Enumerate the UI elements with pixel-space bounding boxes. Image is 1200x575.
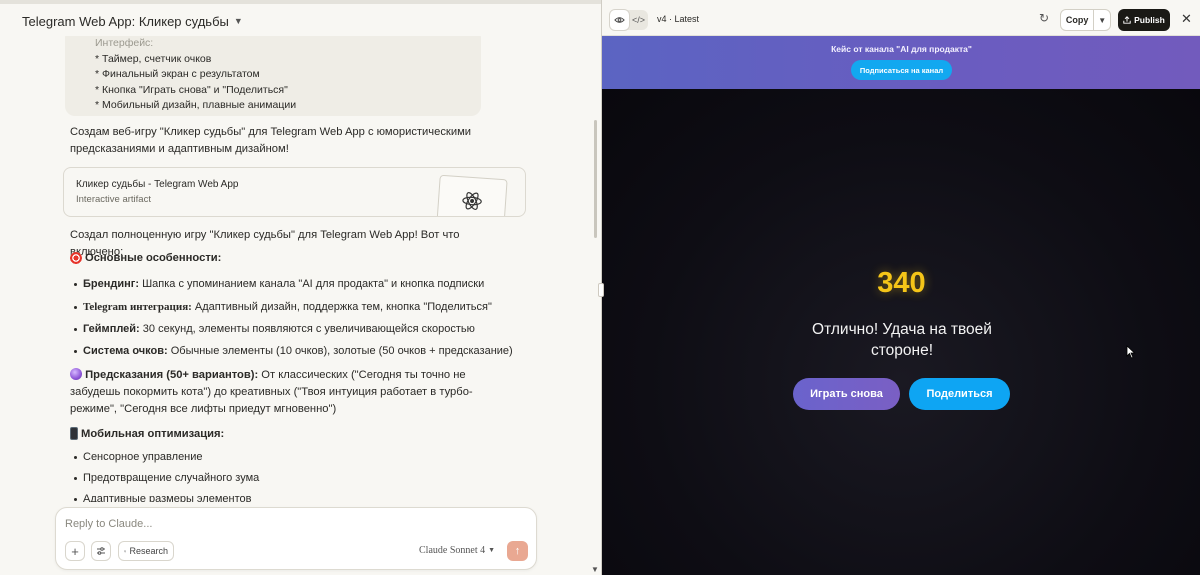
assistant-intro-text: Создам веб-игру "Кликер судьбы" для Tele… [70,126,472,155]
artifact-card[interactable]: Кликер судьбы - Telegram Web App Interac… [63,167,526,217]
list-item: Telegram интеграция: Адаптивный дизайн, … [74,299,513,316]
view-toggle: </> [610,10,648,30]
close-icon: ✕ [1181,11,1192,26]
upload-icon [1123,16,1131,24]
list-item-text: Адаптивный дизайн, поддержка тем, кнопка… [191,301,492,313]
chevron-down-icon: ▼ [233,16,243,26]
requirement-line: * Мобильный дизайн, плавные анимации [95,99,297,111]
copy-button[interactable]: Copy [1061,10,1095,30]
scrollbar[interactable] [594,120,597,238]
banner-title: Кейс от канала "AI для продакта" [831,44,972,54]
search-icon [124,549,127,553]
section-heading-mobile: Мобильная оптимизация: [70,427,224,440]
target-emoji-icon [70,252,82,264]
publish-button[interactable]: Publish [1118,9,1170,31]
play-again-button[interactable]: Играть снова [793,378,900,410]
list-item: Адаптивные размеры элементов [74,491,513,502]
list-item-bold: Telegram интеграция: [83,301,192,313]
composer: Reply to Claude... + Research Claude Son… [55,507,537,570]
list-item: Сенсорное управление [74,449,513,466]
tools-button[interactable] [91,541,111,561]
arrow-up-icon: ↑ [514,545,521,557]
final-score: 340 [877,267,926,299]
version-label[interactable]: v4 · Latest [657,14,699,24]
copy-options-button[interactable]: ▼ [1094,10,1110,30]
react-atom-icon [462,192,482,210]
scroll-down-icon[interactable]: ▼ [591,565,599,574]
list-item: Брендинг: Шапка с упоминанием канала "AI… [74,276,513,293]
artifact-pane: </> v4 · Latest ↻ Copy ▼ Publish ✕ Кейс … [601,0,1200,575]
research-button[interactable]: Research [118,541,174,561]
predictions-bold: Предсказания (50+ вариантов): [85,369,259,381]
list-item-bold: Система очков: [83,345,168,357]
user-message: Интерфейс: * Таймер, счетчик очков * Фин… [65,36,481,116]
requirement-line: * Таймер, счетчик очков [95,52,212,65]
close-button[interactable]: ✕ [1181,11,1192,27]
add-attachment-button[interactable]: + [65,541,85,561]
artifact-card-subtitle: Interactive artifact [76,194,151,205]
list-item-text: 30 секунд, элементы появляются с увеличи… [139,323,475,335]
plus-icon: + [71,543,79,559]
section-heading-text: Мобильная оптимизация: [81,427,225,440]
requirement-line: * Финальный экран с результатом [95,68,260,80]
copy-button-group: Copy ▼ [1060,9,1111,31]
list-item: Предотвращение случайного зума [74,470,513,487]
chevron-down-icon: ▼ [488,547,496,554]
channel-banner: Кейс от канала "AI для продакта" Подписа… [602,36,1200,89]
eye-icon [614,17,625,23]
chevron-down-icon: ▼ [1098,15,1107,25]
mouse-cursor-icon [1126,345,1136,359]
result-message: Отлично! Удача на твоей стороне! [812,321,992,359]
send-button[interactable]: ↑ [507,541,528,561]
research-label: Research [129,546,168,556]
code-icon: </> [631,15,645,25]
list-item: Система очков: Обычные элементы (10 очко… [74,343,513,360]
message-list[interactable]: Интерфейс: * Таймер, счетчик очков * Фин… [0,36,601,502]
list-item: Геймплей: 30 секунд, элементы появляются… [74,321,513,338]
artifact-thumbnail [436,174,508,216]
code-tab[interactable]: </> [629,10,648,30]
chat-pane: Telegram Web App: Кликер судьбы ▼ Интерф… [0,0,601,575]
section-heading-text: Основные особенности: [85,252,222,264]
refresh-icon: ↻ [1039,11,1050,25]
requirement-line: Интерфейс: [95,37,154,49]
section-heading-features: Основные особенности: [70,252,221,264]
list-item-bold: Геймплей: [83,323,140,335]
requirement-line: * Кнопка "Играть снова" и "Поделиться" [95,83,288,96]
crystal-ball-emoji-icon [70,368,82,380]
model-selector[interactable]: Claude Sonnet 4 ▼ [419,545,495,556]
refresh-button[interactable]: ↻ [1039,11,1049,25]
conversation-title: Telegram Web App: Кликер судьбы [22,13,229,29]
list-item-bold: Брендинг: [83,278,140,290]
artifact-card-title: Кликер судьбы - Telegram Web App [76,179,239,190]
artifact-toolbar: </> v4 · Latest ↻ Copy ▼ Publish ✕ [602,0,1200,36]
sliders-icon [97,547,105,555]
share-button[interactable]: Поделиться [909,378,1010,410]
top-divider [0,0,601,4]
model-name: Claude Sonnet 4 [419,545,486,556]
mobile-phone-emoji-icon [70,427,78,440]
list-item-text: Шапка с упоминанием канала "AI для прода… [139,278,485,290]
preview-tab[interactable] [610,10,629,30]
conversation-title-menu[interactable]: Telegram Web App: Кликер судьбы ▼ [22,12,243,30]
game-result-screen: 340 Отлично! Удача на твоей стороне! Игр… [602,89,1200,575]
reply-input[interactable]: Reply to Claude... [65,518,152,530]
pane-resize-handle[interactable] [598,283,604,297]
subscribe-button[interactable]: Подписаться на канал [851,60,952,80]
list-item-text: Обычные элементы (10 очков), золотые (50… [167,345,513,357]
predictions-paragraph: Предсказания (50+ вариантов): От классич… [70,367,510,418]
publish-label: Publish [1134,15,1165,25]
